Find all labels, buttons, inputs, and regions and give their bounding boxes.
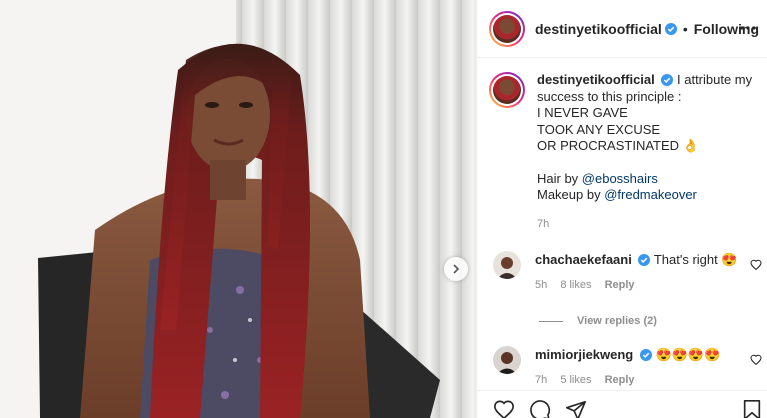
comment-meta: 7h 5 likes Reply	[535, 372, 720, 389]
comment-meta: 5h 8 likes Reply	[535, 277, 738, 294]
caption-hair-credit: Hair by @ebosshairs	[537, 171, 759, 188]
comment-bubble-icon[interactable]	[529, 399, 551, 418]
save-bookmark-icon[interactable]	[742, 399, 762, 418]
comment-username[interactable]: mimiorjiekweng	[535, 347, 633, 362]
comment-username[interactable]: chachaekefaani	[535, 252, 632, 267]
comment-likes[interactable]: 5 likes	[560, 374, 591, 386]
caption-makeup-credit: Makeup by @fredmakeover	[537, 187, 759, 204]
view-replies-line	[539, 320, 563, 322]
header-separator: •	[682, 20, 688, 37]
commenter-avatar[interactable]	[493, 346, 521, 374]
like-comment-heart-icon[interactable]	[750, 259, 762, 271]
post-caption: destinyetikoofficial I attribute my succ…	[489, 72, 759, 232]
caption-username[interactable]: destinyetikoofficial	[537, 72, 655, 87]
post-side-panel: destinyetikoofficial • Following destiny…	[476, 0, 767, 418]
verified-badge-icon	[639, 349, 652, 361]
mention-fredmakeover[interactable]: @fredmakeover	[604, 187, 697, 202]
author-avatar[interactable]	[489, 10, 525, 47]
portrait-image	[0, 0, 476, 418]
hair-credit-label: Hair by	[537, 170, 582, 186]
verified-badge-icon	[638, 254, 651, 266]
caption-line-4: OR PROCRASTINATED 👌	[537, 138, 699, 153]
view-replies-label: View replies (2)	[577, 315, 657, 327]
comment-item: mimiorjiekweng 😍😍😍😍 7h 5 likes Reply	[489, 346, 764, 389]
chevron-right-icon	[453, 264, 460, 274]
post-actions-bar	[477, 390, 767, 418]
caption-line-2: I NEVER GAVE	[537, 105, 628, 120]
like-heart-icon[interactable]	[493, 399, 515, 418]
carousel-next-button[interactable]	[444, 257, 468, 281]
comment-text: That's right 😍	[653, 252, 738, 267]
more-options-icon[interactable]	[740, 20, 756, 36]
author-username[interactable]: destinyetikoofficial	[535, 21, 662, 37]
caption-timestamp[interactable]: 7h	[537, 216, 759, 233]
verified-badge-icon	[661, 74, 674, 86]
mention-ebosshairs[interactable]: @ebosshairs	[582, 171, 658, 186]
like-comment-heart-icon[interactable]	[750, 354, 762, 366]
comment-likes[interactable]: 8 likes	[560, 279, 591, 291]
comment-time[interactable]: 5h	[535, 279, 547, 291]
view-replies-button[interactable]: View replies (2)	[539, 315, 657, 327]
share-send-icon[interactable]	[565, 399, 587, 418]
comment-reply-button[interactable]: Reply	[605, 279, 635, 291]
verified-badge-icon	[664, 22, 677, 35]
comment-time[interactable]: 7h	[535, 374, 547, 386]
caption-line-3: TOOK ANY EXCUSE	[537, 121, 661, 137]
comment-item: chachaekefaani That's right 😍 5h 8 likes…	[489, 251, 764, 294]
comment-reply-button[interactable]: Reply	[605, 374, 635, 386]
post-photo[interactable]	[0, 0, 476, 418]
commenter-avatar[interactable]	[493, 251, 521, 279]
comment-text: 😍😍😍😍	[655, 347, 721, 362]
makeup-credit-label: Makeup by	[537, 187, 605, 202]
post-header: destinyetikoofficial • Following	[477, 0, 767, 58]
caption-avatar[interactable]	[489, 72, 525, 108]
